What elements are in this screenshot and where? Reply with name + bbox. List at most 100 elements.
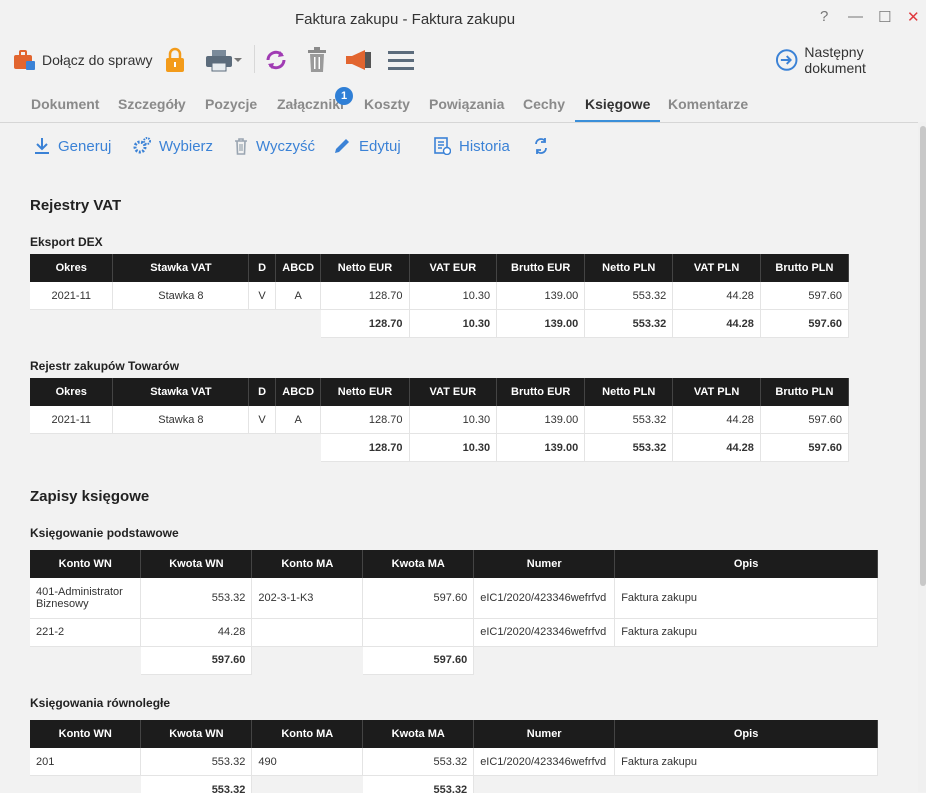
column-header[interactable]: Kwota MA xyxy=(363,550,474,578)
arrow-right-circle-icon xyxy=(775,48,798,72)
column-header[interactable]: Brutto EUR xyxy=(497,378,585,406)
clear-button[interactable]: Wyczyść xyxy=(234,137,315,155)
total-cell: 128.70 xyxy=(321,310,409,338)
announce-button[interactable] xyxy=(345,38,373,82)
column-header[interactable]: Okres xyxy=(30,378,113,406)
column-header[interactable]: Numer xyxy=(474,550,615,578)
history-button[interactable]: Historia xyxy=(433,137,510,155)
column-header[interactable]: VAT PLN xyxy=(673,378,761,406)
choose-button[interactable]: Wybierz xyxy=(133,137,213,155)
column-header[interactable]: D xyxy=(249,254,276,282)
column-header[interactable]: Konto MA xyxy=(252,720,363,748)
tab-dokument[interactable]: Dokument xyxy=(31,86,99,122)
column-header[interactable]: Netto EUR xyxy=(321,254,409,282)
column-header[interactable]: Okres xyxy=(30,254,113,282)
total-cell: 128.70 xyxy=(321,434,409,462)
column-header[interactable]: ABCD xyxy=(275,378,321,406)
column-header[interactable]: Numer xyxy=(474,720,615,748)
download-icon xyxy=(34,137,50,155)
empty-cell xyxy=(30,646,141,674)
table-row[interactable]: 2021-11 Stawka 8 V A 128.70 10.30 139.00… xyxy=(30,406,849,434)
title-bar: Faktura zakupu - Faktura zakupu ? — ☐ ✕ xyxy=(0,0,926,38)
column-header[interactable]: ABCD xyxy=(275,254,321,282)
column-header[interactable]: Kwota WN xyxy=(141,720,252,748)
history-list-icon xyxy=(433,137,451,155)
refresh-button[interactable] xyxy=(533,137,557,155)
table-row[interactable]: 201 553.32 490 553.32 eIC1/2020/423346we… xyxy=(30,748,878,776)
print-button[interactable] xyxy=(205,38,243,82)
sync-icon xyxy=(264,48,288,72)
join-case-button[interactable]: Dołącz do sprawy xyxy=(12,38,153,82)
trash-icon xyxy=(306,47,328,73)
tab-pozycje[interactable]: Pozycje xyxy=(205,86,257,122)
table-row[interactable]: 2021-11 Stawka 8 V A 128.70 10.30 139.00… xyxy=(30,282,849,310)
column-header[interactable]: Konto MA xyxy=(252,550,363,578)
maximize-button[interactable]: ☐ xyxy=(878,8,891,26)
column-header[interactable]: D xyxy=(249,378,276,406)
generate-button[interactable]: Generuj xyxy=(34,137,111,155)
window-title: Faktura zakupu - Faktura zakupu xyxy=(0,11,810,28)
column-header[interactable]: VAT EUR xyxy=(409,378,497,406)
menu-button[interactable] xyxy=(388,38,414,82)
column-header[interactable]: Stawka VAT xyxy=(113,378,249,406)
column-header[interactable]: Opis xyxy=(615,720,878,748)
tab-cechy[interactable]: Cechy xyxy=(523,86,565,122)
column-header[interactable]: Netto PLN xyxy=(585,378,673,406)
edit-button[interactable]: Edytuj xyxy=(333,137,401,155)
scrollbar-thumb[interactable] xyxy=(920,126,926,586)
toolbar: Dołącz do sprawy xyxy=(0,38,926,82)
column-header[interactable]: Kwota MA xyxy=(363,720,474,748)
table-header-row: Okres Stawka VAT D ABCD Netto EUR VAT EU… xyxy=(30,378,849,406)
column-header[interactable]: Brutto PLN xyxy=(760,254,848,282)
trash-outline-icon xyxy=(234,137,248,155)
empty-cell xyxy=(252,776,363,793)
column-header[interactable]: Brutto EUR xyxy=(497,254,585,282)
table-cell: 490 xyxy=(252,748,363,776)
column-header[interactable]: Konto WN xyxy=(30,720,141,748)
totals-row: 128.70 10.30 139.00 553.32 44.28 597.60 xyxy=(30,434,849,462)
tab-powiazania[interactable]: Powiązania xyxy=(429,86,504,122)
column-header[interactable]: Opis xyxy=(615,550,878,578)
tab-koszty[interactable]: Koszty xyxy=(364,86,410,122)
sync-button[interactable] xyxy=(264,38,288,82)
delete-button[interactable] xyxy=(306,38,328,82)
column-header[interactable]: Brutto PLN xyxy=(760,378,848,406)
total-cell: 597.60 xyxy=(363,646,474,674)
column-header[interactable]: Stawka VAT xyxy=(113,254,249,282)
table-cell: 597.60 xyxy=(363,578,474,618)
table-row[interactable]: 401-Administrator Biznesowy 553.32 202-3… xyxy=(30,578,878,618)
minimize-button[interactable]: — xyxy=(848,8,863,25)
column-header[interactable]: Kwota WN xyxy=(141,550,252,578)
column-header[interactable]: VAT EUR xyxy=(409,254,497,282)
empty-cell xyxy=(474,646,878,674)
briefcase-icon xyxy=(12,49,36,71)
total-cell: 553.32 xyxy=(585,310,673,338)
parallel-entries-table: Konto WN Kwota WN Konto MA Kwota MA Nume… xyxy=(30,720,878,793)
column-header[interactable]: Netto PLN xyxy=(585,254,673,282)
vat-register-table: Okres Stawka VAT D ABCD Netto EUR VAT EU… xyxy=(30,378,849,462)
total-cell: 10.30 xyxy=(409,310,497,338)
column-header[interactable]: Netto EUR xyxy=(321,378,409,406)
gears-icon xyxy=(133,137,151,155)
megaphone-icon xyxy=(345,48,373,72)
tab-komentarze[interactable]: Komentarze xyxy=(668,86,748,122)
table-header-row: Konto WN Kwota WN Konto MA Kwota MA Nume… xyxy=(30,720,878,748)
close-button[interactable]: ✕ xyxy=(907,8,920,26)
empty-cell xyxy=(30,310,321,338)
table-cell: 202-3-1-K3 xyxy=(252,578,363,618)
next-document-button[interactable]: Następny dokument xyxy=(775,38,926,82)
edit-label: Edytuj xyxy=(359,138,401,155)
totals-row: 128.70 10.30 139.00 553.32 44.28 597.60 xyxy=(30,310,849,338)
column-header[interactable]: Konto WN xyxy=(30,550,141,578)
totals-row: 553.32 553.32 xyxy=(30,776,878,793)
table-cell: Stawka 8 xyxy=(113,282,249,310)
table-cell: 553.32 xyxy=(141,578,252,618)
tab-zalaczniki[interactable]: Załączniki xyxy=(277,86,344,122)
lock-button[interactable] xyxy=(164,38,186,82)
help-button[interactable]: ? xyxy=(820,8,828,25)
tab-ksiegowe[interactable]: Księgowe xyxy=(575,86,660,122)
column-header[interactable]: VAT PLN xyxy=(673,254,761,282)
table-row[interactable]: 221-2 44.28 eIC1/2020/423346wefrfvd Fakt… xyxy=(30,618,878,646)
tab-szczegoly[interactable]: Szczegóły xyxy=(118,86,186,122)
table-cell: 401-Administrator Biznesowy xyxy=(30,578,141,618)
